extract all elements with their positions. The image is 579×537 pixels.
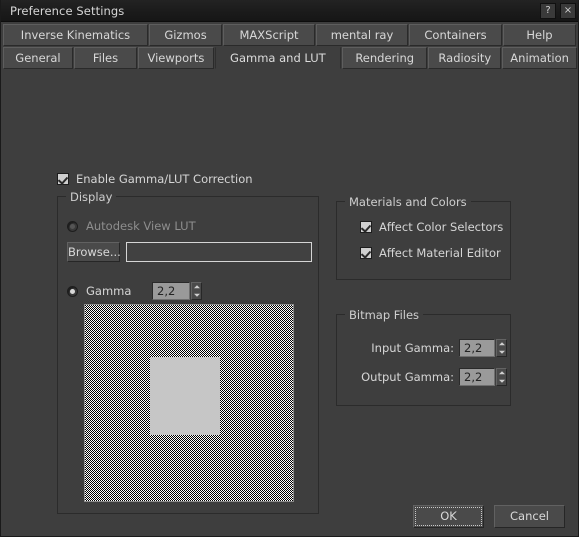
affect-material-editor-row[interactable]: Affect Material Editor <box>360 246 501 260</box>
affect-color-selectors-label: Affect Color Selectors <box>379 220 504 234</box>
tab-row-top: Inverse Kinematics Gizmos MAXScript mental … <box>1 24 578 47</box>
tab-containers[interactable]: Containers <box>409 24 502 46</box>
enable-gamma-lut-label: Enable Gamma/LUT Correction <box>76 172 253 186</box>
affect-color-selectors-checkbox[interactable] <box>360 221 372 233</box>
output-gamma-input[interactable]: 2,2 <box>459 368 495 386</box>
autodesk-view-lut-label: Autodesk View LUT <box>86 219 196 233</box>
tab-maxscript[interactable]: MAXScript <box>223 24 315 46</box>
gamma-value-spinner[interactable] <box>191 282 202 300</box>
autodesk-view-lut-radio-row[interactable]: Autodesk View LUT <box>67 219 196 233</box>
output-gamma-label: Output Gamma: <box>361 370 454 384</box>
preference-settings-dialog: Preference Settings ? × Inverse Kinemati… <box>0 0 579 537</box>
input-gamma-spinner-up-icon[interactable] <box>497 340 506 348</box>
window-title: Preference Settings <box>10 4 125 18</box>
tab-files[interactable]: Files <box>73 47 138 69</box>
browse-button[interactable]: Browse... <box>67 242 121 262</box>
output-gamma-spinner-down-icon[interactable] <box>497 377 506 385</box>
input-gamma-spinner[interactable] <box>496 339 507 357</box>
gamma-radio-row[interactable]: Gamma <box>67 284 131 298</box>
title-bar: Preference Settings ? × <box>1 0 578 22</box>
output-gamma-spinner-up-icon[interactable] <box>497 369 506 377</box>
tab-general[interactable]: General <box>3 47 73 69</box>
tab-content-gamma-and-lut: Enable Gamma/LUT Correction Display Auto… <box>1 73 578 536</box>
title-bar-buttons: ? × <box>540 3 576 19</box>
materials-and-colors-group: Materials and Colors Affect Color Select… <box>336 195 511 280</box>
tab-rendering[interactable]: Rendering <box>341 47 428 69</box>
autodesk-view-lut-radio[interactable] <box>67 220 78 232</box>
affect-material-editor-label: Affect Material Editor <box>379 246 501 260</box>
input-gamma-spinner-down-icon[interactable] <box>497 348 506 356</box>
materials-and-colors-group-title: Materials and Colors <box>345 195 471 209</box>
gamma-radio-label: Gamma <box>86 284 132 298</box>
help-icon[interactable]: ? <box>540 3 556 19</box>
gamma-spinner-up-icon[interactable] <box>192 283 201 291</box>
close-icon[interactable]: × <box>560 3 576 19</box>
output-gamma-spinner[interactable] <box>496 368 507 386</box>
bitmap-files-group-title: Bitmap Files <box>345 308 424 322</box>
ok-button[interactable]: OK <box>413 505 484 528</box>
lut-path-input[interactable] <box>126 242 312 262</box>
input-gamma-label: Input Gamma: <box>371 341 454 355</box>
cancel-button[interactable]: Cancel <box>494 505 565 528</box>
gamma-radio[interactable] <box>67 285 78 297</box>
enable-gamma-lut-checkbox[interactable] <box>57 173 69 185</box>
gamma-value-input[interactable]: 2,2 <box>152 282 190 300</box>
affect-color-selectors-row[interactable]: Affect Color Selectors <box>360 220 503 234</box>
enable-gamma-lut-checkbox-row[interactable]: Enable Gamma/LUT Correction <box>57 172 253 186</box>
tab-gizmos[interactable]: Gizmos <box>149 24 222 46</box>
affect-material-editor-checkbox[interactable] <box>360 247 372 259</box>
tab-viewports[interactable]: Viewports <box>138 47 214 69</box>
gamma-spinner-down-icon[interactable] <box>192 291 201 299</box>
tab-animation[interactable]: Animation <box>502 47 577 69</box>
display-group: Display Autodesk View LUT Browse... Gamm… <box>57 190 319 514</box>
tab-row-bottom: General Files Viewports Gamma and LUT Render… <box>1 47 578 70</box>
tab-gamma-and-lut[interactable]: Gamma and LUT <box>214 47 341 69</box>
gamma-preview-gray-patch <box>150 357 220 435</box>
tab-radiosity[interactable]: Radiosity <box>428 47 502 69</box>
input-gamma-input[interactable]: 2,2 <box>459 339 495 357</box>
gamma-preview-swatch <box>84 304 294 502</box>
bitmap-files-group: Bitmap Files Input Gamma: 2,2 Output Gam… <box>336 308 511 406</box>
display-group-title: Display <box>66 190 117 204</box>
tab-inverse-kinematics[interactable]: Inverse Kinematics <box>3 24 148 46</box>
tab-mental-ray[interactable]: mental ray <box>316 24 408 46</box>
tab-strip: Inverse Kinematics Gizmos MAXScript mental … <box>1 22 578 73</box>
tab-help[interactable]: Help <box>503 24 576 46</box>
